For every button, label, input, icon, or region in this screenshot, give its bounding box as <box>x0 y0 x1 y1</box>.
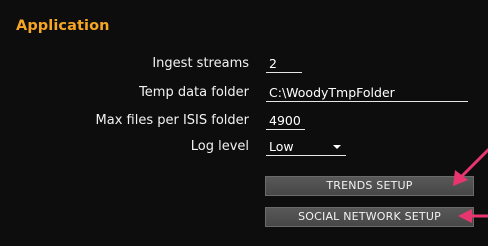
annotation-arrows <box>453 148 488 223</box>
pink-arrow-icon <box>458 209 488 223</box>
pink-arrow-icon <box>453 148 488 186</box>
application-settings-panel: Application Ingest streams 2 Temp data f… <box>0 0 488 246</box>
